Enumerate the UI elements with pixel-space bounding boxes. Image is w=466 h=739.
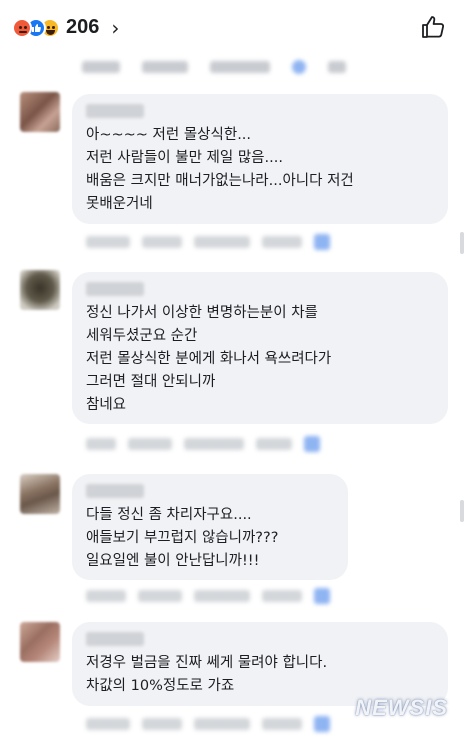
chevron-right-icon: › (111, 15, 120, 40)
comment-text: 배움은 크지만 매너가없는나라...아니다 저건 (86, 173, 354, 189)
commenter-name (86, 484, 144, 498)
commenter-name (86, 282, 144, 296)
comments-screen: 206 › 아~~~~ 저런 몰상식한... 저런 사람들이 불만 제일 많음.… (0, 0, 466, 739)
comment-bubble: 다들 정신 좀 차리자구요.... 애들보기 부끄럽지 않습니까??? 일요일엔… (72, 474, 348, 580)
angry-icon (12, 17, 32, 38)
comment-text: 세워두셨군요 순간 (86, 328, 198, 344)
scrollbar[interactable] (460, 500, 464, 522)
comment-bubble: 저경우 벌금을 진짜 쎄게 물려야 합니다. 차값의 10%정도로 가죠 (72, 622, 448, 706)
comment-text: 애들보기 부끄럽지 않습니까??? (86, 530, 279, 546)
commenter-name (86, 632, 144, 646)
comment-text: 저런 사람들이 불만 제일 많음.... (86, 150, 283, 166)
comment-text: 저런 몰상식한 분에게 화나서 욕쓰려다가 (86, 351, 332, 367)
comment-actions[interactable] (86, 234, 330, 250)
comment-text: 아~~~~ 저런 몰상식한... (86, 127, 252, 143)
avatar (20, 270, 60, 310)
commenter-name (86, 104, 144, 118)
blurred-actions (82, 60, 346, 74)
comment-text: 정신 나가서 이상한 변명하는분이 차를 (86, 305, 318, 321)
comment-bubble: 정신 나가서 이상한 변명하는분이 차를 세워두셨군요 순간 저런 몰상식한 분… (72, 272, 448, 424)
reaction-count: 206 (66, 16, 100, 38)
comment-bubble: 아~~~~ 저런 몰상식한... 저런 사람들이 불만 제일 많음.... 배움… (72, 94, 448, 224)
comment-text: 못배운거네 (86, 196, 153, 212)
comment-actions[interactable] (86, 588, 330, 604)
thumbs-up-icon[interactable] (420, 14, 446, 40)
comment-text: 저경우 벌금을 진짜 쎄게 물려야 합니다. (86, 655, 328, 671)
newsis-watermark: NEWSIS (355, 695, 448, 720)
comment-text: 일요일엔 불이 안난답니까!!! (86, 553, 260, 569)
comment-text: 다들 정신 좀 차리자구요.... (86, 507, 252, 523)
avatar (20, 622, 60, 662)
comment-actions[interactable] (86, 436, 320, 452)
comment-actions[interactable] (86, 716, 330, 732)
avatar (20, 474, 60, 514)
comment-text: 그러면 절대 안되니까 (86, 374, 216, 390)
scrollbar[interactable] (460, 232, 464, 254)
reactions-header: 206 › (0, 0, 466, 74)
reactions-summary[interactable]: 206 › (12, 16, 119, 39)
avatar (20, 92, 60, 132)
comment-text: 참네요 (86, 397, 127, 413)
